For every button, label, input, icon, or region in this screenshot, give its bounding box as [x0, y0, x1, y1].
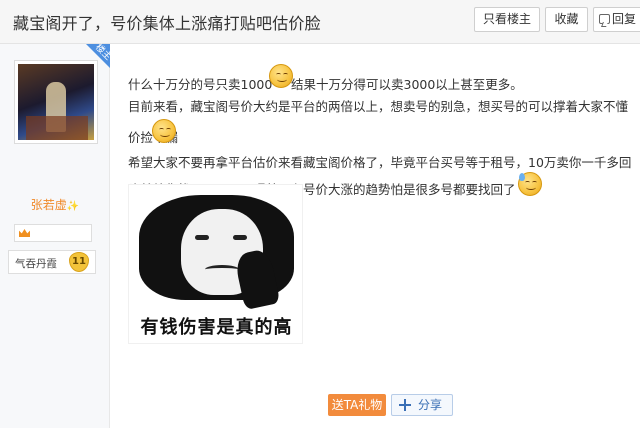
avatar-frame[interactable]	[14, 60, 98, 144]
post-header: 藏宝阁开了，号价集体上涨痛打贴吧估价脸 只看楼主 收藏 回复	[0, 0, 640, 44]
body-line-1b: 结果十万分得可以卖3000以上甚至更多。	[291, 77, 523, 92]
smile-emoji-icon	[152, 119, 176, 143]
send-gift-button[interactable]: 送TA礼物	[328, 394, 386, 416]
panda-hand	[233, 247, 281, 311]
reply-label: 回复	[612, 12, 637, 26]
author-name[interactable]: 张若虚✨	[0, 196, 110, 213]
post-title: 藏宝阁开了，号价集体上涨痛打贴吧估价脸	[13, 14, 321, 33]
sweat-emoji-icon	[518, 172, 542, 196]
meme-caption: 有钱伤害是真的高	[140, 317, 293, 338]
author-sidebar: 张若虚✨ 气吞丹霞 11	[0, 44, 110, 428]
panda-meme-image[interactable]: 有钱伤害是真的高	[128, 184, 303, 344]
only-op-button[interactable]: 只看楼主	[474, 7, 540, 32]
crown-icon[interactable]	[19, 229, 30, 237]
share-label: 分享	[418, 398, 443, 412]
reply-icon	[599, 14, 610, 24]
share-button[interactable]: 分享	[391, 394, 453, 416]
rank-level-badge: 11	[69, 252, 89, 272]
smile-emoji-icon	[269, 64, 293, 88]
body-line-2: 目前来看，藏宝阁号价大约是平台的两倍以上，想卖号的别急，想买号的可以撑着大家不懂	[128, 99, 629, 114]
avatar[interactable]	[18, 64, 94, 140]
plus-icon	[399, 399, 411, 411]
collect-button[interactable]: 收藏	[545, 7, 588, 32]
rank-name: 气吞丹霞	[15, 258, 57, 270]
sparkle-icon: ✨	[66, 201, 80, 212]
body-line-1a: 什么十万分的号只卖1000	[128, 77, 273, 92]
body-line-4: 希望大家不要再拿平台估价来看藏宝阁价格了，毕竟平台买号等于租号，10万卖你一千多…	[128, 155, 632, 170]
author-name-text[interactable]: 张若虚	[31, 198, 67, 212]
member-badge-box[interactable]	[14, 224, 92, 242]
reply-button[interactable]: 回复	[593, 7, 640, 32]
rank-box[interactable]: 气吞丹霞 11	[8, 250, 96, 274]
panda-head	[139, 195, 294, 311]
